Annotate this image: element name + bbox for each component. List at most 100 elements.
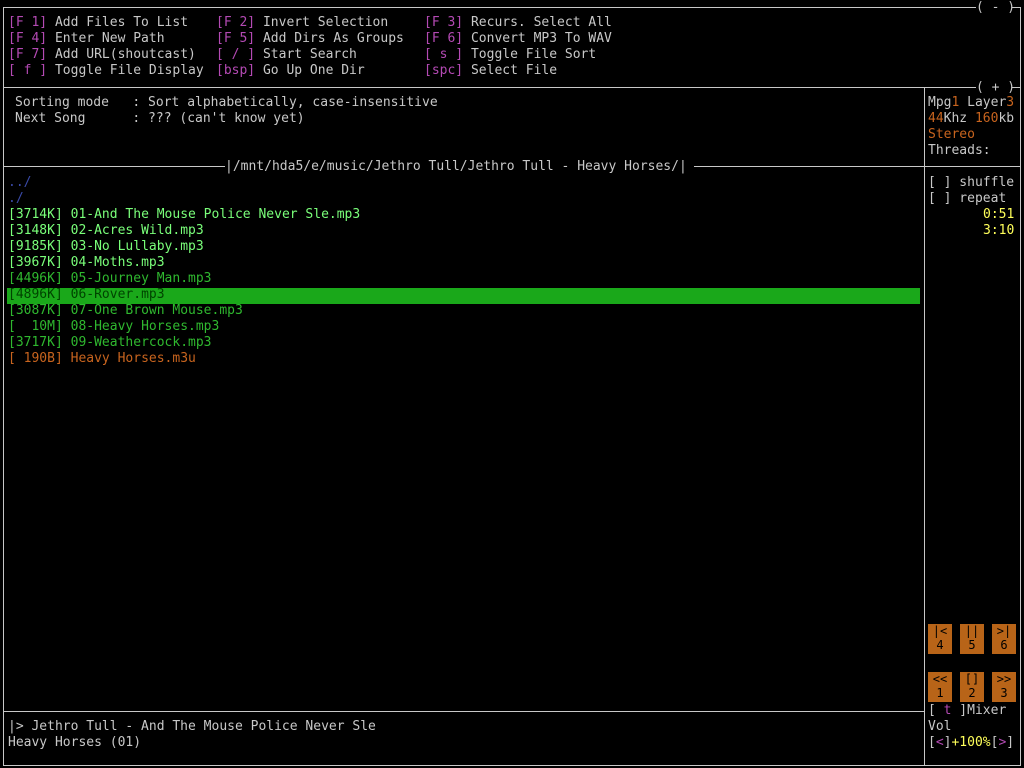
file-row[interactable]: [3717K] 09-Weathercock.mp3 (8, 335, 212, 351)
help-label: Invert Selection (262, 15, 389, 30)
help-item[interactable]: [F 6] Convert MP3 To WAV (424, 31, 612, 47)
file-name: 08-Heavy Horses.mp3 (70, 319, 220, 334)
file-name: 06-Rover.mp3 (70, 287, 165, 302)
help-item[interactable]: [spc] Select File (424, 63, 557, 79)
help-label: Toggle File Sort (470, 47, 597, 62)
key-hint: [spc] (424, 63, 464, 78)
file-size: [4496K] (8, 271, 63, 286)
mpg-label: Mpg (928, 95, 952, 110)
next-track-button[interactable]: >| 6 (992, 624, 1016, 654)
help-item[interactable]: [ f ] Toggle File Display (8, 63, 204, 79)
key-hint: [bsp] (216, 63, 256, 78)
file-size: [4896K] (8, 287, 63, 302)
file-row[interactable]: [3148K] 02-Acres Wild.mp3 (8, 223, 204, 239)
terminal-screen: ( - ) ( + ) [F 1] Add Files To List [F 4… (0, 0, 1024, 768)
pause-icon: || (964, 624, 980, 638)
stop-icon: [] (964, 672, 980, 686)
sample-rate-value: 44 (928, 111, 944, 126)
sorting-mode-line: Sorting mode : Sort alphabetically, case… (15, 95, 438, 111)
help-label: Add Dirs As Groups (262, 31, 404, 46)
next-song-label: Next Song (15, 111, 133, 126)
playlist-row[interactable]: [ 190B] Heavy Horses.m3u (8, 351, 196, 367)
status-separator (3, 711, 924, 712)
top-border (3, 7, 976, 8)
help-label: Go Up One Dir (262, 63, 365, 78)
parent-dir-entry[interactable]: ../ (8, 175, 31, 191)
bitrate-value: 160 (974, 111, 999, 126)
file-row[interactable]: [3087K] 07-One Brown Mouse.mp3 (8, 303, 243, 319)
side-info-separator (924, 166, 1021, 167)
help-item[interactable]: [F 1] Add Files To List (8, 15, 188, 31)
file-size: [3717K] (8, 335, 63, 350)
key-hint: [F 1] (8, 15, 48, 30)
next-song-line: Next Song : ??? (can't know yet) (15, 111, 305, 127)
file-name: 05-Journey Man.mp3 (70, 271, 212, 286)
fast-forward-button[interactable]: >> 3 (992, 672, 1016, 702)
shuffle-toggle[interactable]: [ ] shuffle (928, 175, 1014, 191)
key-hint: [F 3] (424, 15, 464, 30)
threads-label: Threads: (928, 143, 991, 158)
next-track-icon: >| (996, 624, 1012, 638)
stop-button[interactable]: [] 2 (960, 672, 984, 702)
file-name: 04-Moths.mp3 (70, 255, 165, 270)
mpeg-info: Mpg1 Layer3 (928, 95, 1014, 111)
volume-label: Vol (928, 719, 952, 734)
help-label: Enter New Path (54, 31, 165, 46)
key-hint: [F 4] (8, 31, 48, 46)
volume-decrease-button[interactable]: < (936, 735, 944, 750)
side-panel-divider (924, 88, 925, 766)
help-item[interactable]: [F 3] Recurs. Select All (424, 15, 612, 31)
help-label: Start Search (262, 47, 357, 62)
key-hint: [F 2] (216, 15, 256, 30)
help-item[interactable]: [F 4] Enter New Path (8, 31, 165, 47)
file-row[interactable]: [4496K] 05-Journey Man.mp3 (8, 271, 212, 287)
help-label: Add Files To List (54, 15, 189, 30)
file-row[interactable]: [3967K] 04-Moths.mp3 (8, 255, 165, 271)
mixer-toggle[interactable]: [ t ]Mixer (928, 703, 1006, 719)
help-item[interactable]: [F 5] Add Dirs As Groups (216, 31, 404, 47)
sample-rate-unit: Khz (943, 111, 975, 126)
path-separator-right (694, 166, 924, 167)
help-item[interactable]: [ s ] Toggle File Sort (424, 47, 596, 63)
volume-control: [<]+100%[>] (928, 735, 1015, 750)
mixer-label: ]Mixer (951, 703, 1007, 718)
file-row-selected[interactable]: [4896K] 06-Rover.mp3 (8, 287, 165, 303)
path-text: /mnt/hda5/e/music/Jethro Tull/Jethro Tul… (232, 159, 679, 174)
sorting-mode-value: : Sort alphabetically, case-insensitive (132, 95, 438, 110)
key-hint: [ f ] (8, 63, 48, 78)
rewind-button[interactable]: << 1 (928, 672, 952, 702)
file-row[interactable]: [3714K] 01-And The Mouse Police Never Sl… (8, 207, 360, 223)
fast-forward-icon: >> (996, 672, 1012, 686)
rewind-icon: << (932, 672, 948, 686)
file-size: [3714K] (8, 207, 63, 222)
key-3-label: 3 (1000, 686, 1008, 700)
layer-label: Layer (959, 95, 1007, 110)
help-item[interactable]: [bsp] Go Up One Dir (216, 63, 365, 79)
repeat-toggle[interactable]: [ ] repeat (928, 191, 1006, 207)
current-dir-entry[interactable]: ./ (8, 191, 24, 207)
help-item[interactable]: [ / ] Start Search (216, 47, 357, 63)
left-border (3, 7, 4, 766)
file-size: [3967K] (8, 255, 63, 270)
bitrate-unit: kb (998, 111, 1015, 126)
key-2-label: 2 (968, 686, 976, 700)
total-time: 3:10 (983, 223, 1015, 238)
layer-value: 3 (1006, 95, 1015, 110)
file-name: 03-No Lullaby.mp3 (70, 239, 204, 254)
file-row[interactable]: [9185K] 03-No Lullaby.mp3 (8, 239, 204, 255)
help-item[interactable]: [F 7] Add URL(shoutcast) (8, 47, 196, 63)
file-row[interactable]: [ 10M] 08-Heavy Horses.mp3 (8, 319, 219, 335)
help-item[interactable]: [F 2] Invert Selection (216, 15, 388, 31)
channel-mode: Stereo (928, 127, 975, 142)
file-name: Heavy Horses.m3u (70, 351, 196, 366)
file-name: 01-And The Mouse Police Never Sle.mp3 (70, 207, 361, 222)
expand-button[interactable]: ( + ) (976, 80, 1015, 96)
previous-track-button[interactable]: |< 4 (928, 624, 952, 654)
file-name: 02-Acres Wild.mp3 (70, 223, 204, 238)
collapse-help-button[interactable]: ( - ) (976, 0, 1015, 16)
next-song-value: : ??? (can't know yet) (132, 111, 305, 126)
pause-button[interactable]: || 5 (960, 624, 984, 654)
volume-increase-button[interactable]: > (998, 735, 1006, 750)
file-size: [3148K] (8, 223, 63, 238)
elapsed-time: 0:51 (983, 207, 1015, 222)
